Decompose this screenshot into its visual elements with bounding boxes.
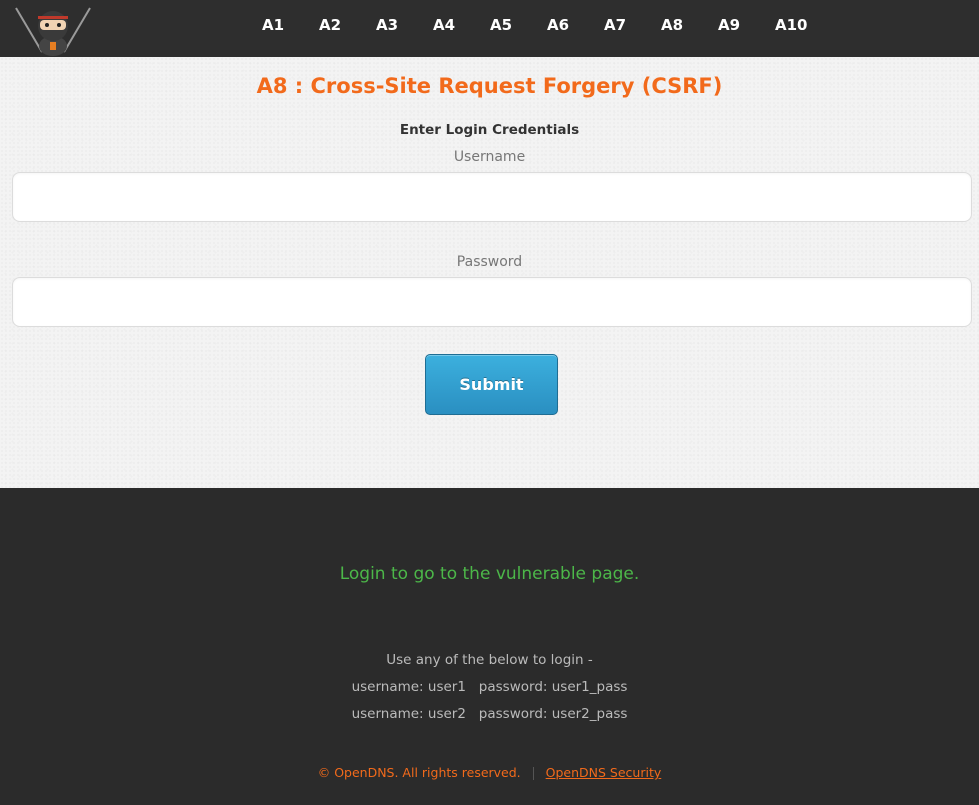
username-label: Username	[453, 149, 526, 165]
copyright-row: © OpenDNS. All rights reserved. OpenDNS S…	[0, 765, 979, 780]
username-input[interactable]	[12, 172, 972, 222]
nav-item-a10[interactable]: A10	[775, 16, 807, 34]
login-notice: Login to go to the vulnerable page.	[339, 564, 640, 584]
credential-line-2: username: user2 password: user2_pass	[351, 706, 628, 722]
main-content: A8 : Cross-Site Request Forgery (CSRF) E…	[0, 57, 979, 488]
nav-item-a8[interactable]: A8	[661, 16, 683, 34]
page-title: A8 : Cross-Site Request Forgery (CSRF)	[256, 74, 723, 98]
footer: Login to go to the vulnerable page. Use …	[0, 488, 979, 805]
submit-button[interactable]: Submit	[425, 354, 558, 415]
credential-line-1: username: user1 password: user1_pass	[351, 679, 628, 695]
footer-divider	[532, 767, 534, 780]
top-navbar: A1 A2 A3 A4 A5 A6 A7 A8 A9 A10	[0, 0, 979, 57]
opendns-security-link[interactable]: OpenDNS Security	[546, 765, 662, 780]
copyright-text: © OpenDNS. All rights reserved.	[317, 765, 521, 780]
nav-item-a6[interactable]: A6	[547, 16, 569, 34]
ninja-logo-icon[interactable]	[12, 4, 94, 56]
form-heading: Enter Login Credentials	[399, 122, 580, 138]
login-instructions: Use any of the below to login -	[386, 652, 593, 668]
nav-item-a5[interactable]: A5	[490, 16, 512, 34]
password-input[interactable]	[12, 277, 972, 327]
nav-item-a2[interactable]: A2	[319, 16, 341, 34]
nav-item-a9[interactable]: A9	[718, 16, 740, 34]
nav-item-a7[interactable]: A7	[604, 16, 626, 34]
nav-item-a1[interactable]: A1	[262, 16, 284, 34]
password-label: Password	[456, 254, 523, 270]
nav-item-a4[interactable]: A4	[433, 16, 455, 34]
nav-item-a3[interactable]: A3	[376, 16, 398, 34]
